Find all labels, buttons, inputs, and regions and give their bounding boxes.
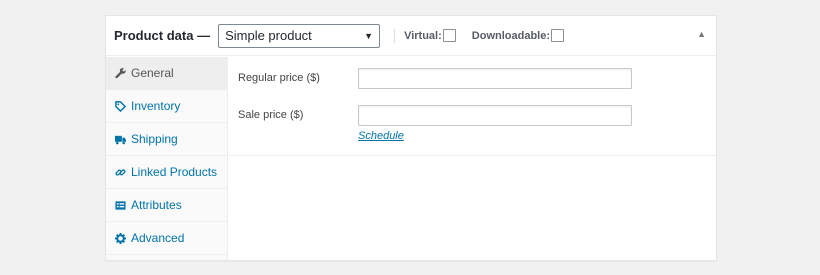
virtual-option[interactable]: Virtual: [404, 29, 456, 42]
tab-general-label: General [131, 66, 174, 80]
tab-general[interactable]: General [106, 57, 227, 90]
gear-icon [114, 232, 126, 244]
tab-attributes-label: Attributes [131, 198, 182, 212]
sale-price-label: Sale price ($) [238, 109, 304, 121]
link-icon [114, 166, 126, 178]
tab-attributes[interactable]: Attributes [106, 189, 227, 222]
tab-advanced[interactable]: Advanced [106, 222, 227, 255]
product-data-panel: Product data — Simple product ▼ Virtual:… [105, 15, 717, 261]
panel-title: Product data — [114, 28, 211, 43]
product-type-select[interactable]: Simple product ▼ [218, 23, 381, 48]
general-options-panel: Regular price ($) Sale price ($) Schedul… [229, 57, 716, 156]
regular-price-label: Regular price ($) [238, 72, 320, 84]
schedule-link[interactable]: Schedule [358, 130, 404, 142]
downloadable-checkbox[interactable] [551, 29, 565, 42]
list-icon [114, 199, 126, 211]
truck-icon [114, 133, 126, 145]
tab-inventory[interactable]: Inventory [106, 90, 227, 123]
regular-price-input[interactable] [358, 68, 632, 89]
tab-shipping[interactable]: Shipping [106, 123, 227, 156]
tag-icon [114, 100, 126, 112]
virtual-label: Virtual: [404, 29, 442, 42]
triangle-up-icon[interactable]: ▲ [697, 29, 706, 39]
chevron-down-icon: ▼ [364, 30, 374, 41]
header-separator [394, 28, 396, 43]
tab-inventory-label: Inventory [131, 99, 181, 113]
tab-linked-products[interactable]: Linked Products [106, 156, 227, 189]
product-data-tabs: General Inventory Shipping Linked Produc… [106, 57, 228, 260]
product-type-value: Simple product [225, 28, 312, 43]
tab-shipping-label: Shipping [131, 132, 178, 146]
downloadable-option[interactable]: Downloadable: [471, 29, 565, 42]
downloadable-label: Downloadable: [471, 29, 551, 42]
tab-linked-products-label: Linked Products [131, 165, 218, 179]
sale-price-input[interactable] [358, 105, 632, 126]
virtual-checkbox[interactable] [442, 29, 456, 42]
tab-advanced-label: Advanced [131, 231, 185, 245]
panel-header: Product data — Simple product ▼ Virtual:… [106, 16, 716, 56]
wrench-icon [114, 67, 126, 79]
